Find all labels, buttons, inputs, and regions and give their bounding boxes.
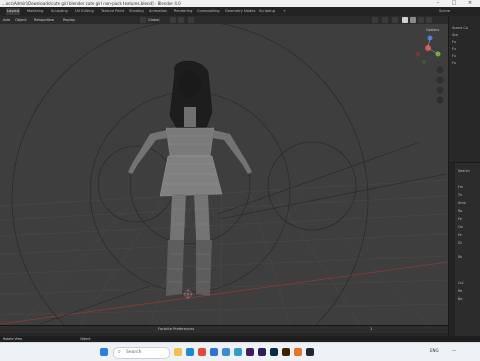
transform-orientation-icon[interactable] bbox=[140, 17, 146, 23]
search-placeholder: Search bbox=[126, 350, 142, 355]
outliner-item[interactable]: Fu bbox=[452, 54, 456, 58]
photos-icon[interactable] bbox=[234, 348, 242, 356]
clock[interactable]: — bbox=[452, 348, 456, 353]
overlay-icon[interactable] bbox=[392, 17, 398, 23]
file-explorer-icon[interactable] bbox=[174, 348, 182, 356]
tab-shading[interactable]: Shading bbox=[128, 8, 145, 15]
current-frame[interactable]: 1 bbox=[370, 326, 372, 333]
window-title-bar: ...ocs\Admin\Downloads\cute girl blender… bbox=[0, 0, 480, 7]
tab-scripting[interactable]: Scripting bbox=[258, 8, 276, 15]
property-item[interactable]: Sh bbox=[458, 255, 462, 259]
menu-retopoflow[interactable]: Retopoflow bbox=[34, 17, 54, 23]
wireframe-shading-icon[interactable] bbox=[402, 17, 408, 23]
navigation-gizmo[interactable] bbox=[416, 35, 441, 65]
viewport-header: Add Object Retopoflow Replay Global bbox=[0, 16, 448, 24]
menu-add[interactable]: Add bbox=[3, 17, 10, 23]
property-item[interactable]: Fw bbox=[458, 185, 463, 189]
property-item[interactable]: Tx bbox=[458, 193, 462, 197]
tab-uv-editing[interactable]: UV Editing bbox=[74, 8, 95, 15]
zoom-icon bbox=[436, 66, 444, 74]
window-title: ...ocs\Admin\Downloads\cute girl blender… bbox=[2, 1, 181, 6]
tab-compositing[interactable]: Compositing bbox=[196, 8, 221, 15]
tab-modeling[interactable]: Modeling bbox=[26, 8, 44, 15]
property-item[interactable]: Hr bbox=[458, 233, 462, 237]
viewport-nav-buttons[interactable] bbox=[436, 66, 444, 104]
property-item[interactable]: Ro bbox=[458, 209, 462, 213]
language-indicator[interactable]: ENG bbox=[430, 348, 439, 353]
tab-animation[interactable]: Animation bbox=[148, 8, 168, 15]
property-item[interactable]: Cul bbox=[458, 281, 463, 285]
outliner-item[interactable]: Sce bbox=[452, 33, 458, 37]
property-item[interactable]: Oo bbox=[458, 225, 463, 229]
minimize-icon[interactable]: – bbox=[432, 0, 444, 7]
tab-add[interactable]: + bbox=[282, 8, 287, 15]
tab-geometry-nodes[interactable]: Geometry Nodes bbox=[224, 8, 256, 15]
menu-object[interactable]: Object bbox=[15, 17, 27, 23]
property-item[interactable]: Be bbox=[458, 297, 462, 301]
character-mesh[interactable] bbox=[128, 60, 252, 296]
chrome-icon[interactable] bbox=[198, 348, 206, 356]
maximize-icon[interactable]: □ bbox=[448, 0, 460, 7]
tab-texture-paint[interactable]: Texture Paint bbox=[100, 8, 125, 15]
properties-search[interactable]: Search bbox=[458, 169, 470, 173]
light-gizmos bbox=[11, 24, 447, 325]
blender-icon[interactable] bbox=[294, 348, 302, 356]
taskbar-search[interactable]: ⌕ Search bbox=[113, 347, 170, 359]
tab-layout[interactable]: Layout bbox=[6, 8, 21, 15]
property-item[interactable]: Di bbox=[458, 241, 462, 245]
outliner-item[interactable]: Fu bbox=[452, 40, 456, 44]
transform-orientation-label[interactable]: Global bbox=[148, 17, 159, 23]
rendered-shading-icon[interactable] bbox=[426, 17, 432, 23]
solid-shading-icon[interactable] bbox=[410, 17, 416, 23]
edge-icon[interactable] bbox=[186, 348, 194, 356]
windows-taskbar: ⌕ Search ENG — bbox=[0, 342, 480, 361]
premiere-icon[interactable] bbox=[246, 348, 254, 356]
visibility-icon[interactable] bbox=[382, 17, 388, 23]
outliner-item[interactable]: Scene Co bbox=[452, 26, 468, 30]
property-item[interactable]: Ame bbox=[458, 201, 466, 205]
mail-icon[interactable] bbox=[222, 348, 230, 356]
windows-icon[interactable] bbox=[100, 348, 108, 356]
3d-viewport[interactable]: Options bbox=[0, 24, 448, 325]
options-dropdown[interactable]: Options bbox=[426, 28, 439, 32]
pan-icon bbox=[436, 76, 444, 84]
snap-icon[interactable] bbox=[178, 17, 184, 23]
floor-grid bbox=[0, 179, 448, 325]
view-object-types-icon[interactable] bbox=[372, 17, 378, 23]
pivot-icon[interactable] bbox=[170, 17, 176, 23]
store-icon[interactable] bbox=[210, 348, 218, 356]
steam-icon[interactable] bbox=[306, 348, 314, 356]
close-icon[interactable]: × bbox=[464, 0, 476, 7]
properties-panel[interactable]: Search Fw Tx Ame Ro Fe Oo Hr Di Sh Cul R… bbox=[448, 162, 480, 343]
outliner-item[interactable]: Fu bbox=[452, 61, 456, 65]
after-effects-icon[interactable] bbox=[258, 348, 266, 356]
camera-view-icon bbox=[436, 86, 444, 94]
material-shading-icon[interactable] bbox=[418, 17, 424, 23]
workspace-tabs: Layout Modeling Sculpting UV Editing Tex… bbox=[0, 7, 480, 16]
timeline-center-label[interactable]: Fortnite Preferences bbox=[158, 326, 194, 333]
illustrator-icon[interactable] bbox=[282, 348, 290, 356]
outliner-panel[interactable]: Scene Co Sce Fu Fu Fu Fu bbox=[448, 16, 480, 162]
perspective-toggle-icon bbox=[436, 96, 444, 104]
viewport-canvas[interactable] bbox=[0, 24, 448, 325]
photoshop-icon[interactable] bbox=[270, 348, 278, 356]
tab-sculpting[interactable]: Sculpting bbox=[50, 8, 69, 15]
proportional-edit-icon[interactable] bbox=[188, 17, 194, 23]
tab-rendering[interactable]: Rendering bbox=[173, 8, 193, 15]
menu-replay[interactable]: Replay bbox=[63, 17, 75, 23]
properties-tab-strip[interactable] bbox=[449, 163, 455, 343]
outliner-item[interactable]: Fu bbox=[452, 47, 456, 51]
scene-selector[interactable]: Scene bbox=[438, 8, 451, 15]
property-item[interactable]: Re bbox=[458, 289, 462, 293]
property-item[interactable]: Fe bbox=[458, 217, 462, 221]
search-icon: ⌕ bbox=[118, 349, 121, 355]
